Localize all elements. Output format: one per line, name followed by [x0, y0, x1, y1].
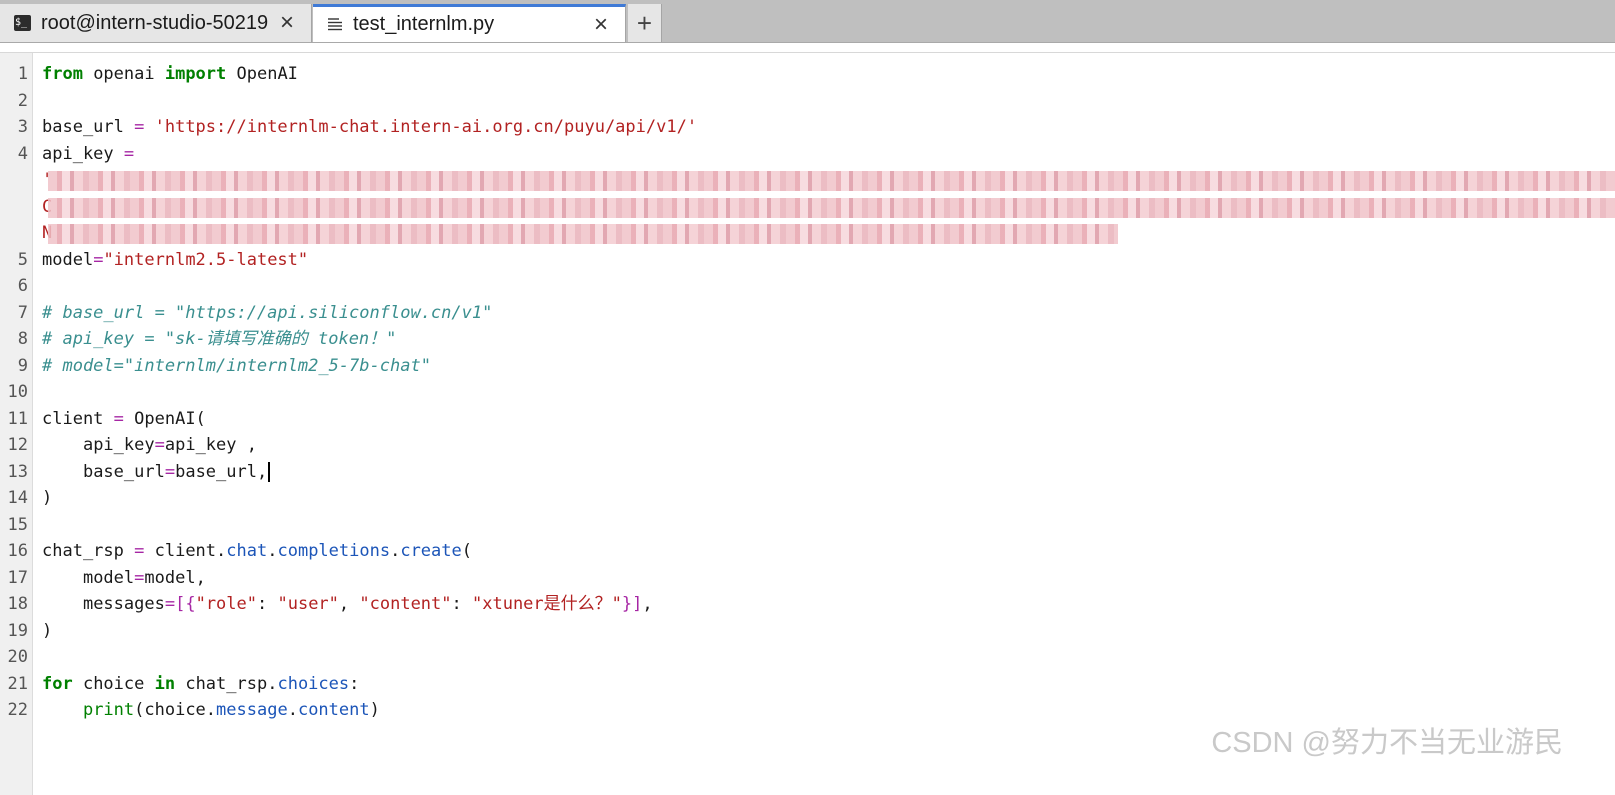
line-number-gutter: 1 2 3 4 5 6 7 8 9 10 11 12 13 14 15 16 1…	[0, 53, 33, 795]
code-line-19: )	[42, 620, 53, 641]
code-line-18: messages=[{"role": "user", "content": "x…	[82, 594, 653, 614]
line-number: 12	[7, 435, 28, 455]
code-line-12: api_key=api_key ,	[82, 435, 257, 455]
document-icon	[327, 17, 343, 33]
tab-test-internlm[interactable]: test_internlm.py ×	[313, 4, 626, 42]
code-line-11: client = OpenAI(	[42, 408, 206, 429]
tab-test-internlm-label: test_internlm.py	[353, 13, 495, 35]
code-line-7: # base_url = "https://api.siliconflow.cn…	[42, 302, 493, 323]
line-number: 4	[17, 143, 28, 164]
line-number: 14	[7, 488, 28, 508]
line-number: 15	[7, 514, 28, 535]
text-cursor	[268, 461, 271, 482]
redacted-api-key	[48, 224, 1118, 244]
terminal-icon: $_	[14, 15, 31, 31]
close-icon[interactable]: ×	[589, 11, 613, 39]
code-line-4: api_key =	[42, 143, 135, 164]
close-icon[interactable]: ×	[275, 9, 299, 37]
line-number: 21	[7, 673, 28, 694]
tab-bar: $_ root@intern-studio-50219 × test_inter…	[0, 0, 1615, 43]
code-line-9: # model="internlm/internlm2_5-7b-chat"	[42, 355, 431, 376]
code-line-17: model=model,	[82, 567, 206, 588]
code-line-8: # api_key = "sk-请填写准确的 token！"	[42, 329, 397, 349]
line-number: 8	[17, 329, 28, 349]
code-line-16: chat_rsp = client.chat.completions.creat…	[42, 541, 472, 561]
code-editor[interactable]: 1 2 3 4 5 6 7 8 9 10 11 12 13 14 15 16 1…	[0, 52, 1615, 795]
code-line-3: base_url = 'https://internlm-chat.intern…	[42, 117, 698, 137]
line-number: 10	[7, 382, 28, 402]
code-line-14: )	[42, 488, 53, 508]
line-number: 13	[7, 461, 28, 482]
line-number: 22	[7, 700, 28, 720]
code-line-1: from openai import OpenAI	[42, 64, 298, 84]
tab-terminal[interactable]: $_ root@intern-studio-50219 ×	[0, 4, 312, 42]
code-line-22: print(choice.message.content)	[82, 700, 380, 720]
line-number: 3	[17, 117, 28, 137]
line-number: 1	[17, 64, 28, 84]
redacted-api-key	[48, 171, 1615, 191]
line-number: 5	[17, 249, 28, 270]
watermark: CSDN @努力不当无业游民	[1211, 727, 1563, 759]
line-number: 11	[7, 408, 28, 429]
line-number: 6	[17, 276, 28, 296]
line-number: 16	[7, 541, 28, 561]
code-line-21: for choice in chat_rsp.choices:	[42, 673, 360, 694]
line-number: 18	[7, 594, 28, 614]
line-number: 9	[17, 355, 28, 376]
line-number: 7	[17, 302, 28, 323]
tab-terminal-label: root@intern-studio-50219	[41, 11, 269, 34]
line-number: 19	[7, 620, 28, 641]
new-tab-button[interactable]: +	[628, 4, 662, 42]
code-line-13: base_url=base_url,	[42, 459, 271, 486]
line-number: 2	[17, 90, 28, 111]
line-number: 17	[7, 567, 28, 588]
line-number: 20	[7, 647, 28, 667]
code-line-5: model="internlm2.5-latest"	[42, 249, 309, 270]
redacted-api-key	[48, 197, 1615, 218]
